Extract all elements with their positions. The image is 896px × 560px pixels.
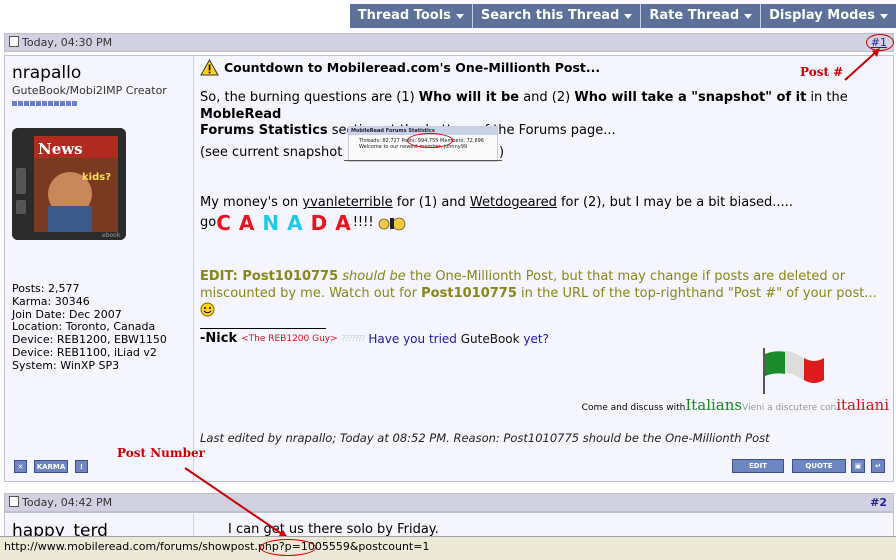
signature-shadow: ??????? bbox=[341, 334, 366, 343]
thread-tools-label: Thread Tools bbox=[357, 8, 451, 23]
user-stats: Posts: 2,577 Karma: 30346 Join Date: Dec… bbox=[12, 282, 167, 373]
paragraph-questions: So, the burning questions are (1) Who wi… bbox=[200, 90, 848, 138]
reputation-bar bbox=[12, 101, 77, 106]
signature-divider bbox=[200, 328, 326, 329]
karma-button[interactable]: KARMA bbox=[34, 460, 68, 473]
italian-forum-promo[interactable]: Come and discuss with Italians Vieni a d… bbox=[582, 396, 889, 414]
promo-italians: Italians bbox=[685, 396, 743, 414]
username-link[interactable]: nrapallo bbox=[12, 63, 81, 83]
rate-thread-menu[interactable]: Rate Thread bbox=[640, 4, 760, 28]
quote-button-label: QUOTE bbox=[805, 462, 833, 470]
paragraph-money: My money's on yvanleterrible for (1) and… bbox=[200, 195, 793, 210]
snapshot-underline bbox=[344, 160, 502, 161]
user-info-pane: nrapallo GuteBook/Mobi2IMP Creator News … bbox=[5, 56, 194, 481]
signature-line: -Nick <The REB1200 Guy> ??????? Have you… bbox=[200, 331, 549, 346]
display-modes-menu[interactable]: Display Modes bbox=[760, 4, 896, 28]
user-link-yvanleterrible[interactable]: yvanleterrible bbox=[302, 195, 392, 210]
promo-come: Come and discuss with bbox=[581, 403, 686, 413]
report-x-icon[interactable]: ✕ bbox=[14, 460, 27, 473]
highlight-circle bbox=[866, 34, 894, 51]
postid-highlight-circle bbox=[260, 539, 316, 556]
promo-italiani: italiani bbox=[836, 396, 889, 414]
post-number-annotation: Post Number bbox=[117, 446, 205, 460]
canada-letter: C bbox=[216, 211, 239, 235]
signature-reb-guy: <The REB1200 Guy> bbox=[241, 333, 338, 344]
svg-text:ebook: ebook bbox=[102, 232, 121, 239]
exclaim-text: !!!! bbox=[352, 214, 374, 230]
thread-tools-menu[interactable]: Thread Tools bbox=[350, 4, 472, 28]
canada-letter: N bbox=[262, 211, 288, 235]
warning-icon bbox=[200, 59, 219, 76]
chevron-down-icon bbox=[455, 13, 464, 19]
canada-letter: A bbox=[287, 211, 311, 235]
go-text: go bbox=[200, 214, 217, 230]
message-pane: Countdown to Mobileread.com's One-Millio… bbox=[194, 56, 893, 481]
multi-quote-icon[interactable]: ▣ bbox=[851, 459, 865, 473]
svg-text:kids?: kids? bbox=[82, 172, 111, 183]
snapshot-image[interactable]: MobileRead Forums Statistics Threads: 82… bbox=[348, 126, 498, 162]
post-number-link-2[interactable]: #2 bbox=[870, 494, 887, 511]
user-system: System: WinXP SP3 bbox=[12, 358, 120, 372]
signature-name: -Nick bbox=[200, 331, 238, 346]
report-post-icon[interactable]: ! bbox=[75, 460, 88, 473]
last-edited-note: Last edited by nrapallo; Today at 08:52 … bbox=[200, 431, 770, 445]
post2-text: I can get us there solo by Friday. bbox=[228, 522, 439, 537]
user-karma: Karma: 30346 bbox=[12, 294, 90, 308]
avatar[interactable]: News kids? ebook bbox=[12, 128, 126, 240]
username-link-2[interactable]: happy_terd bbox=[12, 521, 108, 537]
post-header: Today, 04:30 PM #1 bbox=[4, 33, 894, 52]
paragraph-edit: EDIT: Post1010775 should be the One-Mill… bbox=[200, 269, 890, 320]
snapshot-prefix: (see current snapshot bbox=[200, 145, 343, 160]
go-canada-row: go CANADA !!!! bbox=[200, 211, 406, 235]
post-document-icon bbox=[9, 36, 19, 47]
canada-banner: CANADA bbox=[216, 211, 359, 235]
top-bar: Thread Tools Search this Thread Rate Thr… bbox=[0, 0, 896, 33]
italian-flag-icon bbox=[763, 348, 824, 394]
avatar-ebook-reader-icon: News kids? ebook bbox=[12, 128, 126, 240]
promo-vieni: Vieni a discutere con bbox=[742, 403, 837, 413]
post-title-row: Countdown to Mobileread.com's One-Millio… bbox=[200, 59, 600, 76]
karma-button-label: KARMA bbox=[36, 462, 66, 471]
smiley-icon bbox=[200, 302, 215, 317]
post-title: Countdown to Mobileread.com's One-Millio… bbox=[224, 60, 601, 75]
snapshot-highlight-circle bbox=[407, 133, 453, 148]
canada-letter: D bbox=[310, 211, 336, 235]
signature-question: Have you tried GuteBook yet? bbox=[368, 331, 549, 346]
svg-text:News: News bbox=[38, 140, 83, 158]
gutebook-link[interactable]: GuteBook bbox=[461, 332, 520, 346]
post-document-icon bbox=[9, 496, 19, 507]
post-body: nrapallo GuteBook/Mobi2IMP Creator News … bbox=[4, 55, 894, 482]
status-url: http://www.mobileread.com/forums/showpos… bbox=[4, 540, 430, 553]
snapshot-suffix: ) bbox=[499, 145, 505, 160]
user-info-pane-2: happy_terd bbox=[5, 513, 194, 537]
user-posts: Posts: 2,577 bbox=[12, 282, 80, 295]
search-thread-label: Search this Thread bbox=[480, 8, 620, 23]
search-thread-menu[interactable]: Search this Thread bbox=[471, 4, 640, 28]
chevron-down-icon bbox=[744, 13, 753, 19]
thread-toolbar: Thread Tools Search this Thread Rate Thr… bbox=[349, 4, 896, 28]
rate-thread-label: Rate Thread bbox=[649, 8, 740, 23]
edit-button[interactable]: EDIT bbox=[732, 459, 784, 473]
quick-reply-icon[interactable]: ↵ bbox=[871, 459, 885, 473]
post-body-2: happy_terd I can get us there solo by Fr… bbox=[4, 512, 894, 537]
post-date-2: Today, 04:42 PM bbox=[22, 496, 113, 509]
edit-button-label: EDIT bbox=[749, 462, 767, 470]
number-one-smiley-icon bbox=[378, 217, 405, 231]
display-modes-label: Display Modes bbox=[769, 8, 875, 23]
chevron-down-icon bbox=[624, 13, 633, 19]
browser-status-bar: http://www.mobileread.com/forums/showpos… bbox=[0, 536, 896, 560]
user-device-2: Device: REB1100, iLiad v2 bbox=[12, 345, 157, 359]
chevron-down-icon bbox=[880, 13, 888, 19]
post-header-2: Today, 04:42 PM #2 bbox=[4, 493, 894, 512]
user-title: GuteBook/Mobi2IMP Creator bbox=[12, 84, 167, 97]
post-hash-annotation: Post # bbox=[800, 65, 844, 79]
post-date: Today, 04:30 PM bbox=[22, 36, 113, 49]
quote-button[interactable]: QUOTE bbox=[792, 459, 846, 473]
canada-letter: A bbox=[238, 211, 263, 235]
user-link-wetdogeared[interactable]: Wetdogeared bbox=[470, 195, 557, 210]
